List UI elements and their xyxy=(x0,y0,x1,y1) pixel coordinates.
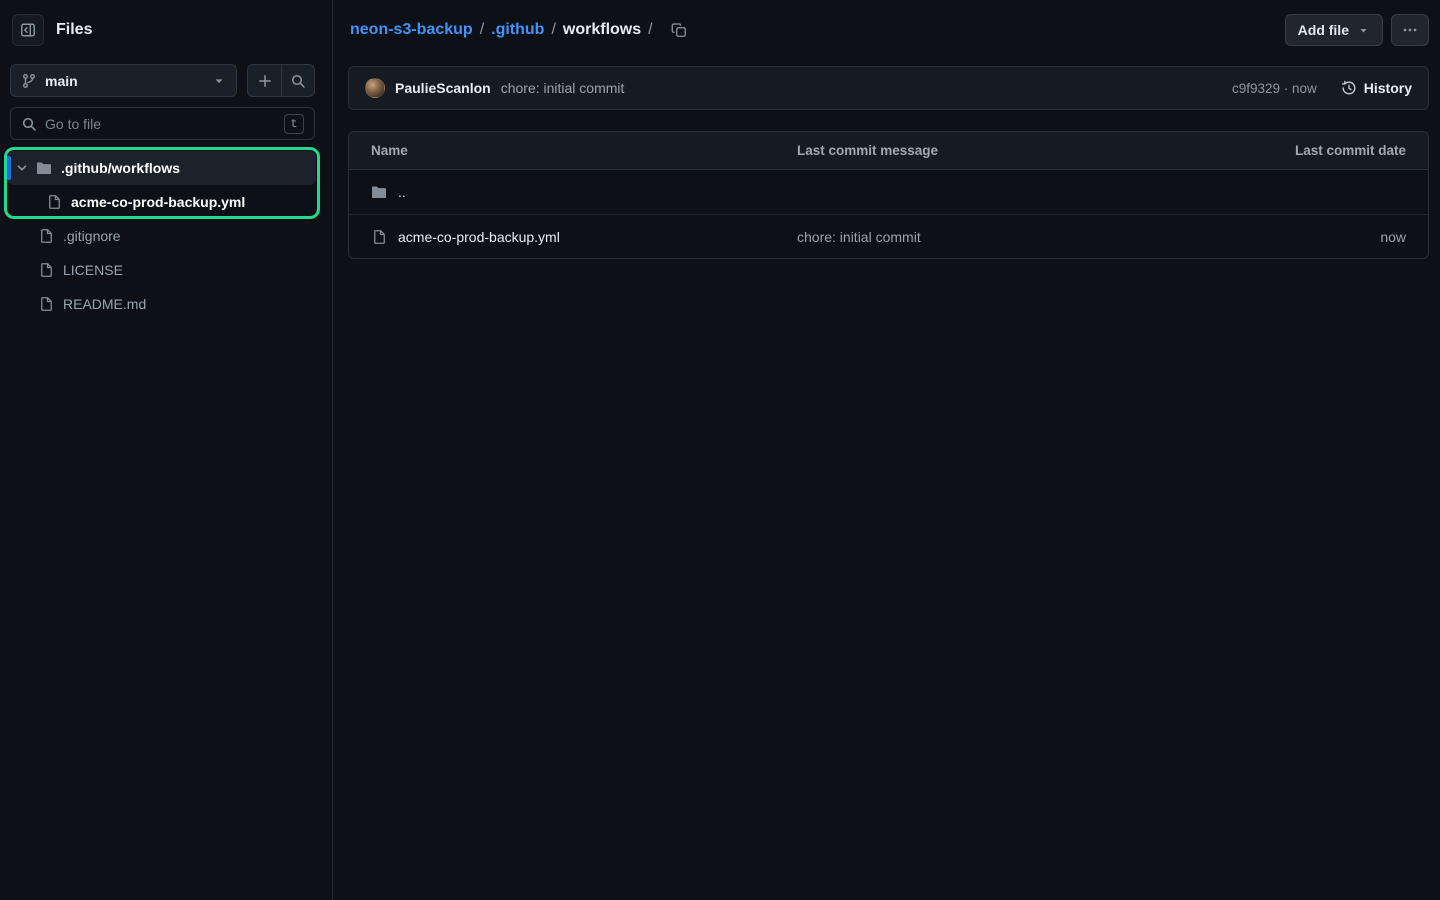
copy-icon xyxy=(671,22,687,38)
file-icon xyxy=(38,228,54,244)
collapse-sidebar-button[interactable] xyxy=(12,14,44,46)
breadcrumb-repo-link[interactable]: neon-s3-backup xyxy=(350,21,473,39)
column-header-name: Name xyxy=(363,143,789,158)
tree-item-label: README.md xyxy=(63,296,146,312)
parent-directory-link[interactable]: .. xyxy=(398,184,406,200)
file-tree-sidebar: Files main xyxy=(0,0,333,900)
file-icon xyxy=(38,262,54,278)
add-file-label: Add file xyxy=(1298,22,1349,38)
repo-content: neon-s3-backup / .github / workflows / A… xyxy=(334,0,1440,900)
breadcrumb-separator: / xyxy=(480,21,484,39)
plus-icon xyxy=(257,73,273,89)
column-header-date: Last commit date xyxy=(1244,143,1414,158)
file-tree: .github/workflows acme-co-prod-backup.ym… xyxy=(8,151,316,321)
file-icon xyxy=(38,296,54,312)
go-to-file-input[interactable] xyxy=(45,116,276,132)
commit-meta: c9f9329 · now History xyxy=(1232,80,1412,96)
tree-item-label: .github/workflows xyxy=(61,160,180,176)
tree-item-gitignore[interactable]: .gitignore xyxy=(8,219,316,253)
branch-selector[interactable]: main xyxy=(10,64,237,97)
search-icon xyxy=(21,116,37,132)
commit-author-link[interactable]: PaulieScanlon xyxy=(395,80,491,96)
tree-item-github-workflows[interactable]: .github/workflows xyxy=(8,151,316,185)
tree-item-acme-co-prod-backup[interactable]: acme-co-prod-backup.yml xyxy=(8,185,316,219)
file-list-table: Name Last commit message Last commit dat… xyxy=(348,131,1429,259)
search-icon xyxy=(290,73,306,89)
chevron-down-icon xyxy=(212,74,226,88)
tree-item-label: LICENSE xyxy=(63,262,123,278)
table-row-parent-directory[interactable]: .. xyxy=(349,170,1428,214)
chevron-down-icon xyxy=(1357,24,1370,37)
tree-item-label: .gitignore xyxy=(63,228,121,244)
table-row-acme-co-prod-backup[interactable]: acme-co-prod-backup.yml chore: initial c… xyxy=(349,214,1428,258)
breadcrumb-dir-link[interactable]: .github xyxy=(491,21,544,39)
page-actions: Add file xyxy=(1285,14,1429,46)
breadcrumb-separator: / xyxy=(648,21,652,39)
author-avatar[interactable] xyxy=(365,78,385,98)
chevron-down-icon xyxy=(14,160,30,176)
commit-sha-time: c9f9329 · now xyxy=(1232,81,1317,96)
kebab-icon xyxy=(1402,22,1418,38)
row-commit-date: now xyxy=(1244,229,1414,245)
column-header-message: Last commit message xyxy=(789,143,1244,158)
tree-item-label: acme-co-prod-backup.yml xyxy=(71,194,245,210)
breadcrumb: neon-s3-backup / .github / workflows / xyxy=(350,17,692,43)
sidebar-header: Files xyxy=(12,13,320,47)
history-label: History xyxy=(1364,80,1412,96)
git-branch-icon xyxy=(21,73,37,89)
latest-commit-bar: PaulieScanlon chore: initial commit c9f9… xyxy=(348,66,1429,110)
table-header-row: Name Last commit message Last commit dat… xyxy=(349,132,1428,170)
file-link[interactable]: acme-co-prod-backup.yml xyxy=(398,229,560,245)
shortcut-key-badge: t xyxy=(284,114,304,134)
history-icon xyxy=(1341,80,1357,96)
copy-path-button[interactable] xyxy=(666,17,692,43)
files-panel-title: Files xyxy=(56,21,92,39)
add-file-button[interactable]: Add file xyxy=(1285,14,1383,46)
tree-item-license[interactable]: LICENSE xyxy=(8,253,316,287)
file-icon xyxy=(46,194,62,210)
breadcrumb-separator: / xyxy=(551,21,555,39)
commit-message[interactable]: chore: initial commit xyxy=(501,80,625,96)
branch-name: main xyxy=(45,73,78,89)
tree-action-group xyxy=(247,64,315,97)
panel-collapse-icon xyxy=(20,22,36,38)
folder-icon xyxy=(371,184,387,200)
row-commit-message[interactable]: chore: initial commit xyxy=(789,229,1244,245)
more-options-button[interactable] xyxy=(1391,14,1429,46)
branch-controls: main xyxy=(10,64,315,97)
folder-icon xyxy=(36,160,52,176)
file-icon xyxy=(371,229,387,245)
new-file-button[interactable] xyxy=(248,65,281,96)
tree-item-readme[interactable]: README.md xyxy=(8,287,316,321)
breadcrumb-bar: neon-s3-backup / .github / workflows / A… xyxy=(334,0,1440,60)
history-link[interactable]: History xyxy=(1341,80,1412,96)
search-tree-button[interactable] xyxy=(281,65,314,96)
breadcrumb-current: workflows xyxy=(563,21,641,39)
go-to-file-search: t xyxy=(10,107,315,140)
